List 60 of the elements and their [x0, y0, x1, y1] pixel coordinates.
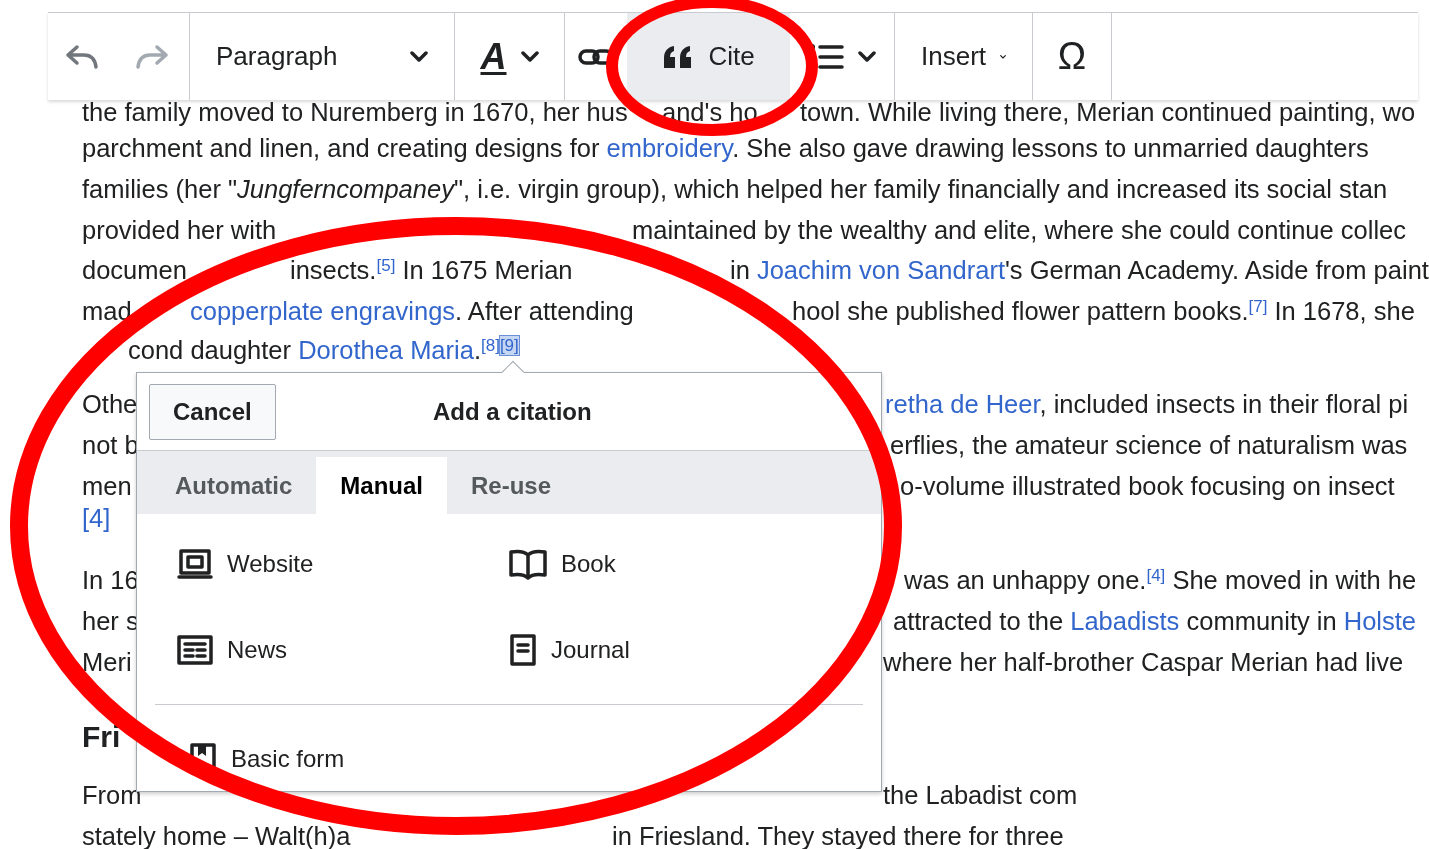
citation-type-option[interactable]: Basic form — [189, 727, 345, 791]
link[interactable]: Joachim von Sandrart — [756, 256, 1005, 284]
paragraph-text: where her half-brother Caspar Merian had live — [883, 648, 1404, 676]
paragraph-text: parchment and linen, and creating designs for embroidery. She also gave drawing lessons to unmarried daughters — [82, 134, 1369, 162]
dialog-title: Add a citation — [433, 396, 592, 427]
paragraph-text: town. While living there, Merian continued painting, wo — [800, 98, 1416, 126]
citation-link[interactable]: [9] — [499, 335, 519, 355]
dropdown-button[interactable]: Paragraph — [190, 13, 455, 100]
citation-type-option[interactable]: Journal — [509, 618, 630, 682]
link[interactable]: Holste — [1343, 607, 1417, 635]
paragraph-text: insects.$^{[5]}$ In 1675 Merian — [290, 256, 573, 284]
paragraph-text: hool she published flower pattern books.$^{[7]}$ In 1678, she — [792, 297, 1415, 325]
text-style-button[interactable]: A — [455, 13, 565, 100]
paragraph-text: attracted to the Labadists community in Holste — [893, 607, 1417, 635]
redo-icon — [135, 42, 169, 71]
paragraph-text: erflies, the amateur science of naturalism was — [890, 431, 1408, 459]
citation-type-option[interactable]: News — [177, 618, 287, 682]
paragraph-text: the Labadist com — [883, 781, 1078, 809]
paragraph-text: retha de Heer, included insects in their floral pi — [885, 390, 1409, 418]
dropdown-button[interactable]: Insert — [895, 13, 1033, 100]
paragraph-text: the family moved to Nuremberg in 1670, her hus — [82, 98, 628, 126]
special-character-button[interactable]: Ω — [1033, 13, 1112, 100]
open-book-icon — [509, 548, 547, 580]
link[interactable]: Dorothea Maria — [298, 336, 474, 364]
monitor-icon — [177, 548, 213, 580]
paragraph-text: copperplate engravings. After attending — [190, 297, 634, 325]
citation-link[interactable]: [4] — [1146, 565, 1166, 585]
chevron-down-icon — [858, 50, 876, 63]
link[interactable]: Labadists — [1070, 607, 1180, 635]
citation-type-option[interactable]: Website — [177, 532, 314, 596]
citation-link[interactable]: [7] — [1248, 296, 1268, 316]
citation-link[interactable]: [8] — [481, 335, 500, 355]
tab[interactable]: Manual — [316, 457, 448, 514]
paragraph-text: Othe — [82, 390, 138, 418]
chevron-down-icon — [520, 50, 539, 63]
paragraph-text: documen — [82, 256, 187, 284]
cancel-button[interactable]: Cancel — [149, 383, 276, 440]
paragraph-text: maintained by the wealthy and elite, where she could continue collec — [632, 216, 1406, 244]
chevron-down-icon — [410, 50, 428, 63]
paragraph-text: provided her with — [82, 216, 277, 244]
paragraph-text: From — [82, 781, 142, 809]
citation-type-option[interactable]: Book — [509, 532, 616, 596]
undo-icon — [64, 42, 99, 71]
link[interactable]: embroidery — [606, 134, 733, 162]
paragraph-text: Meri — [82, 648, 132, 676]
newspaper-icon — [177, 634, 213, 666]
link[interactable]: retha de Heer — [885, 390, 1040, 418]
undo-button[interactable] — [48, 13, 115, 100]
citation-link[interactable]: [4] — [82, 504, 111, 532]
paragraph-text: o-volume illustrated book focusing on insect — [900, 472, 1395, 500]
paragraph-text: mad — [82, 297, 132, 325]
section-heading: Fri — [82, 723, 121, 751]
cite-button[interactable]: Cite — [627, 13, 790, 100]
paragraph-text: men — [82, 472, 132, 500]
document-icon — [509, 633, 537, 667]
link[interactable]: copperplate engravings — [190, 297, 456, 325]
paragraph-text: families (her "Jungferncompaney", i.e. virgin group), which helped her family financially and increased its social stan — [82, 175, 1388, 203]
paragraph-text: in Joachim von Sandrart's German Academy. Aside from paint — [730, 256, 1429, 284]
paragraph-text: was an unhappy one.$^{[4]}$ She moved in with he — [904, 566, 1417, 594]
citation-link[interactable]: [5] — [376, 255, 396, 275]
